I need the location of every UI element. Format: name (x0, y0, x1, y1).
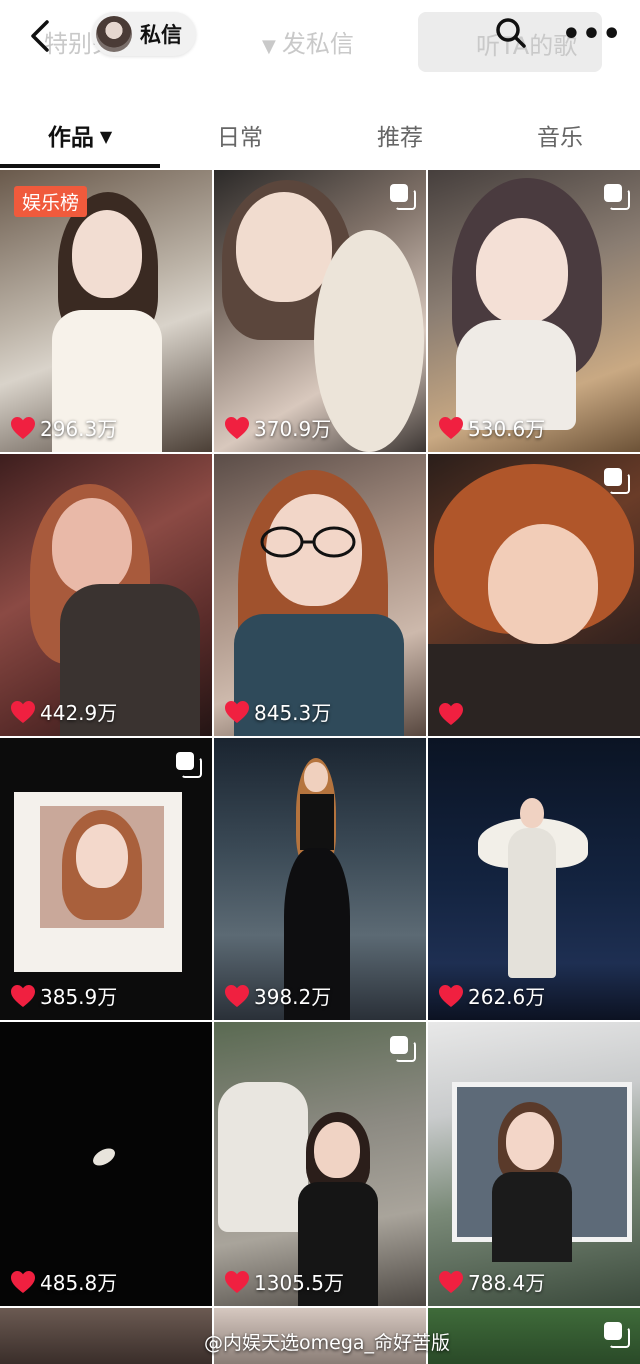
heart-icon (439, 703, 463, 725)
like-count: 442.9万 (10, 697, 117, 726)
heart-icon (11, 700, 35, 723)
tab-music-label: 音乐 (537, 125, 583, 151)
post-card[interactable]: 530.6万 (428, 170, 640, 452)
more-icon: ••• (561, 16, 623, 52)
heart-icon (11, 416, 35, 439)
like-count: 385.9万 (10, 981, 117, 1010)
more-button[interactable]: ••• (562, 16, 622, 52)
post-card[interactable] (0, 1308, 212, 1364)
like-count: 296.3万 (10, 413, 117, 442)
post-card[interactable]: 485.8万 (0, 1022, 212, 1306)
multi-image-icon (604, 1322, 630, 1348)
heart-icon (11, 1270, 35, 1293)
post-card[interactable]: 788.4万 (428, 1022, 640, 1306)
search-button[interactable] (494, 16, 528, 50)
like-count: 370.9万 (224, 413, 331, 442)
tab-recommend-label: 推荐 (377, 125, 423, 151)
post-card[interactable]: 845.3万 (214, 454, 426, 736)
like-count: 530.6万 (438, 413, 545, 442)
multi-image-icon (176, 752, 202, 778)
thumbnail (218, 1082, 308, 1232)
caret-down-icon: ▼ (99, 127, 113, 146)
thumbnail (90, 1144, 118, 1170)
post-card[interactable]: 442.9万 (0, 454, 212, 736)
back-button[interactable] (22, 16, 58, 56)
like-count: 788.4万 (438, 1267, 545, 1296)
like-count: 485.8万 (10, 1267, 117, 1296)
post-card[interactable]: 262.6万 (428, 738, 640, 1020)
multi-image-icon (604, 468, 630, 494)
heart-icon (439, 416, 463, 439)
search-icon (496, 18, 526, 48)
post-card[interactable] (428, 1308, 640, 1364)
like-count: 262.6万 (438, 981, 545, 1010)
tab-music[interactable]: 音乐 (480, 118, 640, 152)
post-card[interactable]: 385.9万 (0, 738, 212, 1020)
tab-daily[interactable]: 日常 (160, 118, 320, 152)
works-grid: 娱乐榜 296.3万 370.9万 530.6万 442.9万 845.3万 3… (0, 170, 640, 1364)
heart-icon (439, 1270, 463, 1293)
multi-image-icon (604, 184, 630, 210)
multi-image-icon (390, 184, 416, 210)
tab-works[interactable]: 作品 ▼ (0, 118, 160, 152)
watermark: @内娱天选omega_命好苦版 (204, 1332, 451, 1354)
private-message-chip[interactable]: 私信 (92, 12, 196, 56)
heart-icon (11, 984, 35, 1007)
post-card[interactable] (428, 454, 640, 736)
post-card[interactable]: 娱乐榜 296.3万 (0, 170, 212, 452)
heart-icon (225, 416, 249, 439)
private-message-label: 私信 (140, 23, 182, 47)
heart-icon (225, 1270, 249, 1293)
send-message-button-ghost: 发私信 (262, 24, 354, 59)
heart-icon (439, 984, 463, 1007)
post-card[interactable]: 1305.5万 (214, 1022, 426, 1306)
tab-daily-label: 日常 (217, 125, 263, 151)
multi-image-icon (390, 1036, 416, 1062)
heart-icon (225, 984, 249, 1007)
like-count (438, 702, 468, 726)
like-count: 845.3万 (224, 697, 331, 726)
post-card[interactable]: 398.2万 (214, 738, 426, 1020)
ranking-badge: 娱乐榜 (14, 186, 88, 217)
heart-icon (225, 700, 249, 723)
profile-tabs: 作品 ▼ 日常 推荐 音乐 (0, 100, 640, 168)
like-count: 398.2万 (224, 981, 331, 1010)
active-tab-indicator (0, 164, 160, 168)
back-arrow-icon (31, 20, 49, 52)
top-bar: 特别关注 发私信 听TA的歌 私信 ••• (0, 0, 640, 78)
tab-works-label: 作品 (47, 125, 94, 151)
avatar (96, 16, 132, 52)
tab-recommend[interactable]: 推荐 (320, 118, 480, 152)
like-count: 1305.5万 (224, 1267, 344, 1296)
post-card[interactable]: 370.9万 (214, 170, 426, 452)
